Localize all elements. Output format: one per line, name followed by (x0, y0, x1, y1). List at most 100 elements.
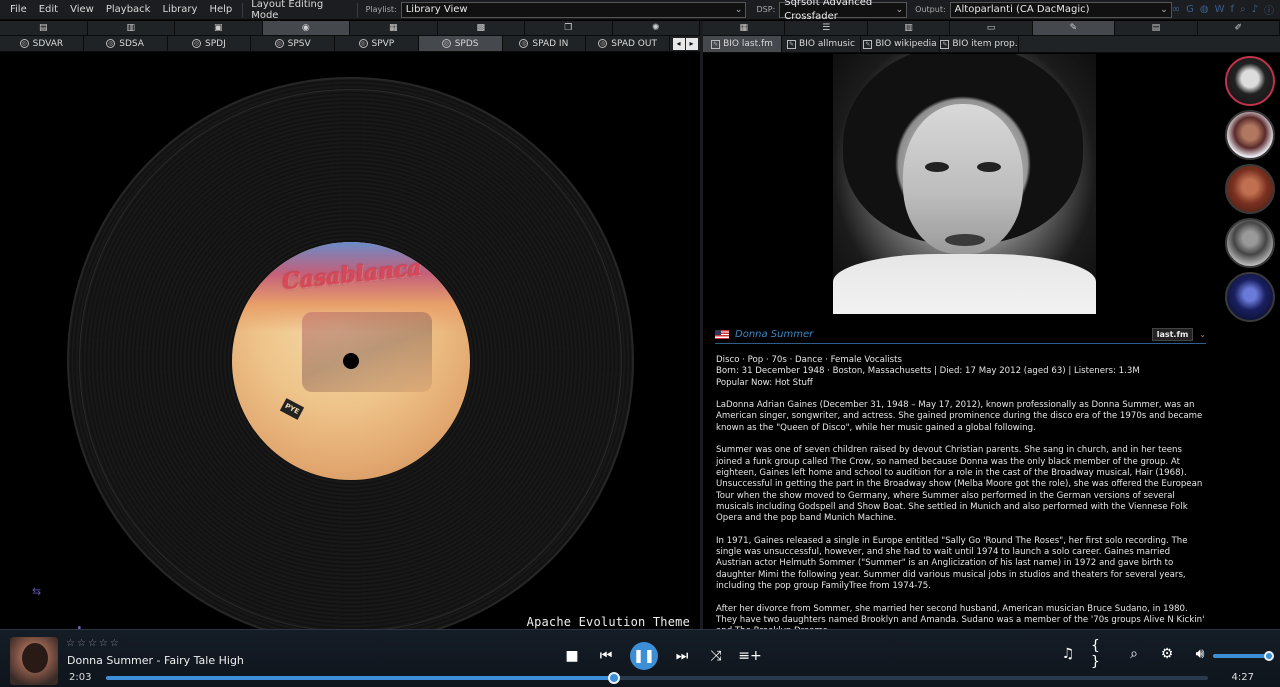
seek-handle[interactable] (607, 672, 620, 684)
thumbnail-1[interactable] (1225, 56, 1275, 106)
tab-label: SPVP (371, 38, 395, 49)
tab-spsv[interactable]: ◎ SPSV (251, 36, 335, 51)
view-screen-icon[interactable]: ▭ (950, 21, 1033, 35)
layout-editing-mode-button[interactable]: Layout Editing Mode (247, 0, 352, 21)
bio-paragraph: Summer was one of seven children raised … (716, 445, 1203, 524)
view-windows-icon[interactable]: ❐ (525, 21, 613, 35)
tab-spad-in[interactable]: ◎ SPAD IN (503, 36, 587, 51)
disc-icon: ◎ (274, 39, 284, 48)
chevron-right-icon[interactable]: ▸ (685, 37, 698, 50)
tab-spds[interactable]: ◎ SPDS (418, 36, 503, 51)
view-vinyl-icon[interactable]: ◉ (262, 21, 350, 35)
chevron-down-icon: ⌄ (895, 4, 904, 15)
skip-next-icon: ⏭ (675, 648, 689, 664)
wiki-icon[interactable]: W (1215, 4, 1225, 15)
output-select[interactable]: Altoparlanti (CA DacMagic) ⌄ (949, 1, 1172, 18)
right-panel: ▦ ☰ ▥ ▭ ✎ ▤ ✐ ✎ BIO last.fm ✎ BIO allmusic… (703, 21, 1280, 636)
tab-spvp[interactable]: ◎ SPVP (335, 36, 419, 51)
shuffle-icon: ⤨ (710, 648, 722, 664)
menu-edit[interactable]: Edit (33, 0, 64, 20)
queue-button[interactable]: ♫ (1058, 644, 1078, 664)
vinyl-record[interactable]: Casablanca PYE (67, 77, 634, 644)
menu-view[interactable]: View (64, 0, 100, 20)
volume-handle[interactable] (1264, 651, 1274, 661)
playlist-select[interactable]: Library View ⌄ (400, 1, 747, 18)
repeat-button[interactable]: { } (1091, 638, 1111, 670)
view-settings-icon[interactable]: ✺ (613, 21, 700, 35)
volume-slider[interactable] (1213, 651, 1274, 661)
settings-button[interactable]: ⚙ (1157, 644, 1177, 664)
tab-sdsa[interactable]: ◎ SDSA (84, 36, 168, 51)
seek-bar[interactable] (106, 672, 1208, 684)
view-grid-icon[interactable]: ▦ (703, 21, 786, 35)
biography-icon: ✎ (711, 39, 721, 49)
tab-bio-item-properties[interactable]: ✎ BIO item prop. (940, 36, 1019, 52)
tab-bio-allmusic[interactable]: ✎ BIO allmusic (782, 36, 861, 52)
facebook-icon[interactable]: f (1230, 4, 1234, 15)
menu-bar: File Edit View Playback Library Help (0, 0, 238, 20)
tab-bio-wikipedia[interactable]: ✎ BIO wikipedia (861, 36, 940, 52)
bio-paragraph: In 1971, Gaines released a single in Eur… (716, 535, 1188, 591)
thumbnail-4[interactable] (1225, 218, 1275, 268)
thumbnail-5[interactable] (1225, 272, 1275, 322)
album-cover[interactable] (10, 637, 58, 685)
view-list-icon[interactable]: ☰ (785, 21, 868, 35)
playlist-label: Playlist: (365, 5, 397, 14)
google-icon[interactable]: G (1186, 4, 1194, 15)
view-radio-icon[interactable]: ▣ (175, 21, 263, 35)
thumbnail-2[interactable] (1225, 110, 1275, 160)
next-button[interactable]: ⏭ (672, 646, 692, 666)
biography-icon: ✎ (863, 39, 873, 49)
search-icon: ⌕ (1130, 646, 1138, 662)
biography-icon: ✎ (787, 39, 797, 49)
menu-file[interactable]: File (4, 0, 33, 20)
search-web-icon[interactable]: ⌕ (1240, 4, 1246, 15)
search-button[interactable]: ⌕ (1124, 644, 1144, 664)
artist-photo-thumbnails (1225, 56, 1277, 322)
toolbar-icons: ∞ G ◍ W f ⌕ ♪ ⓘ (1172, 2, 1280, 17)
pause-button[interactable]: ❚❚ (630, 642, 658, 670)
add-to-queue-button[interactable]: ≡+ (738, 646, 761, 666)
tab-label: SPAD IN (532, 38, 569, 49)
tab-bio-lastfm[interactable]: ✎ BIO last.fm (703, 36, 782, 52)
left-view-icon-row: ▤ ▥ ▣ ◉ ▦ ▩ ❐ ✺ (0, 21, 700, 36)
shuffle-button[interactable]: ⤨ (706, 646, 726, 666)
menu-playback[interactable]: Playback (100, 0, 157, 20)
swap-arrows-icon[interactable]: ⇆ (32, 585, 41, 598)
tab-sdvar[interactable]: ◎ SDVAR (0, 36, 84, 51)
mute-button[interactable]: 🔊︎ (1190, 644, 1210, 664)
view-page-icon[interactable]: ▤ (1115, 21, 1198, 35)
source-badge[interactable]: last.fm (1151, 328, 1194, 341)
player-bar: ☆☆☆☆☆ Donna Summer - Fairy Tale High 2:0… (0, 629, 1280, 687)
disc-icon: ◎ (19, 39, 29, 48)
menu-library[interactable]: Library (156, 0, 203, 20)
stop-button[interactable]: ■ (562, 646, 582, 666)
tab-spdj[interactable]: ◎ SPDJ (168, 36, 252, 51)
dsp-select[interactable]: Sqrsoft Advanced Crossfader ⌄ (779, 0, 908, 22)
view-table-icon[interactable]: ▥ (868, 21, 951, 35)
info-icon[interactable]: ⓘ (1264, 2, 1274, 17)
music-icon[interactable]: ♪ (1252, 4, 1258, 15)
chevron-left-icon[interactable]: ◂ (672, 37, 685, 50)
thumbnail-3[interactable] (1225, 164, 1275, 214)
left-tab-row: ◎ SDVAR ◎ SDSA ◎ SPDJ ◎ SPSV ◎ SPVP ◎ SPDS ◎ SP… (0, 36, 700, 52)
artist-photo[interactable] (833, 54, 1096, 314)
view-document-icon[interactable]: ▤ (0, 21, 88, 35)
view-note-icon[interactable]: ✐ (1198, 21, 1280, 35)
tab-label: SDSA (119, 38, 144, 49)
previous-button[interactable]: ⏮ (596, 646, 616, 666)
photo-eye-left (925, 162, 949, 172)
tab-spad-out[interactable]: ◎ SPAD OUT (586, 36, 670, 51)
menu-help[interactable]: Help (203, 0, 238, 20)
globe-icon[interactable]: ◍ (1200, 4, 1209, 15)
vinyl-visualizer: Casablanca PYE ⇆ − + Apache Evolution Th… (0, 55, 700, 646)
link-icon[interactable]: ∞ (1172, 4, 1180, 15)
rating-stars[interactable]: ☆☆☆☆☆ (66, 638, 121, 649)
artist-name-link[interactable]: Donna Summer (735, 329, 813, 340)
chevron-down-icon[interactable]: ⌄ (1199, 330, 1206, 339)
view-chart-icon[interactable]: ▩ (438, 21, 525, 35)
view-paint-icon[interactable]: ✎ (1032, 21, 1116, 35)
view-film-icon[interactable]: ▦ (350, 21, 438, 35)
right-view-icon-row: ▦ ☰ ▥ ▭ ✎ ▤ ✐ (703, 21, 1280, 36)
view-book-icon[interactable]: ▥ (88, 21, 175, 35)
